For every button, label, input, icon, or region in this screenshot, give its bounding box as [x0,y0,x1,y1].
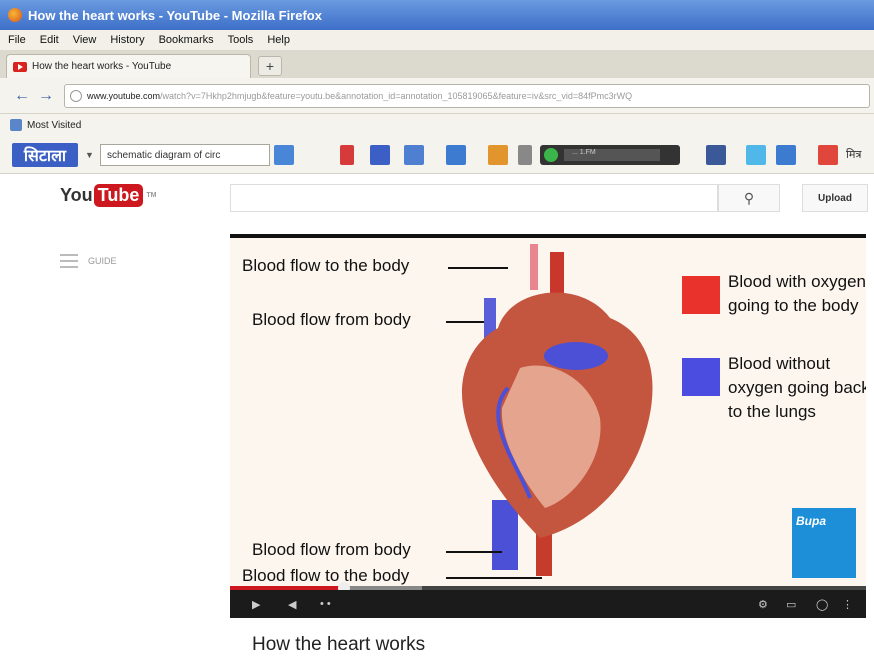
radio-player[interactable]: ... 1.FM [540,145,680,165]
play-icon[interactable] [544,148,558,162]
youtube-favicon-icon [13,61,27,72]
tab-strip: How the heart works - YouTube + [0,50,874,78]
mail-icon[interactable] [818,145,838,165]
video-controls: ▶ ◀ • • ⚙ ▭ ◯ ⋮ [230,590,866,618]
menu-history[interactable]: History [110,34,144,46]
globe-icon [70,90,82,102]
label-flow-to-body-top: Blood flow to the body [242,256,410,275]
addon-hindi-label[interactable]: मित्र [846,147,862,162]
legend-text-oxygenated: Blood with oxygen going to the body [728,272,866,315]
addon-toolbar: सिटाला ▼ schematic diagram of circ ... 1… [0,136,874,174]
title-bar: How the heart works - YouTube - Mozilla … [0,0,874,30]
guide-button[interactable]: GUIDE [60,254,117,268]
theater-mode-icon[interactable]: ▭ [786,598,796,611]
menu-file[interactable]: File [8,34,26,46]
chevron-down-icon[interactable]: ▼ [85,150,94,160]
artery-vessel [530,244,538,290]
menu-bookmarks[interactable]: Bookmarks [159,34,214,46]
legend-swatch-oxygenated [682,276,720,314]
label-flow-to-body-bottom: Blood flow to the body [242,566,410,585]
new-tab-button[interactable]: + [258,56,282,76]
youtube-search-input[interactable] [230,184,718,212]
download-icon[interactable] [488,145,508,165]
bookmark-most-visited[interactable]: Most Visited [27,120,81,131]
browser-window: How the heart works - YouTube - Mozilla … [0,0,874,657]
firefox-icon [8,8,22,22]
label-flow-from-body-bottom: Blood flow from body [252,540,411,559]
video-title: How the heart works [252,634,426,655]
leader-line [448,267,508,269]
bupa-logo: Bupa [792,508,856,578]
menu-edit[interactable]: Edit [40,34,59,46]
search-icon[interactable]: ⚲ [718,184,780,212]
fullscreen-icon[interactable]: ⋮ [842,598,853,611]
radio-station-field[interactable]: ... 1.FM [564,149,660,161]
wrench-icon[interactable] [404,145,424,165]
play-icon[interactable]: ▶ [252,598,260,611]
forward-arrow-icon[interactable]: → [36,86,56,106]
url-domain: www.youtube.com [87,91,161,101]
menu-view[interactable]: View [73,34,97,46]
time-display-icon: • • [320,598,331,610]
video-player[interactable]: Blood flow to the body Blood flow from b… [230,234,866,618]
menu-help[interactable]: Help [267,34,290,46]
hamburger-icon [60,254,78,268]
volume-icon[interactable]: ◀ [288,598,296,611]
bookmarks-bar: Most Visited [0,114,874,136]
user-icon[interactable] [274,145,294,165]
url-path: /watch?v=7Hkhp2hmjugb&feature=youtu.be&a… [160,91,633,101]
chat-icon[interactable] [776,145,796,165]
youtube-logo[interactable]: You Tube TM [60,184,156,207]
twitter-icon[interactable] [746,145,766,165]
logo-tube: Tube [93,184,144,207]
leader-line [446,551,502,553]
popout-icon[interactable]: ◯ [816,598,828,611]
legend-text-deoxygenated: Blood without oxygen going back to the l… [728,354,866,421]
window-title: How the heart works - YouTube - Mozilla … [28,7,322,23]
upload-button[interactable]: Upload [802,184,868,212]
pulmonary-vein [544,342,608,370]
leader-line [446,577,542,579]
addon-search-input[interactable]: schematic diagram of circ [100,144,270,166]
addon-brand-button[interactable]: सिटाला [12,143,78,167]
calendar-icon[interactable] [446,145,466,165]
menu-tools[interactable]: Tools [228,34,254,46]
navigation-bar: ← → www.youtube.com /watch?v=7Hkhp2hmjug… [0,78,874,114]
bookmark-folder-icon [10,119,22,131]
label-flow-from-body-top: Blood flow from body [252,310,411,329]
tab-label: How the heart works - YouTube [32,61,172,72]
radio-icon[interactable] [518,145,532,165]
settings-gear-icon[interactable]: ⚙ [758,598,768,611]
menu-bar: File Edit View History Bookmarks Tools H… [0,30,874,50]
leader-line [446,321,484,323]
inferior-vena-cava [492,500,518,570]
logo-you: You [60,185,93,205]
facebook-icon[interactable] [706,145,726,165]
logo-tm: TM [146,192,157,199]
back-arrow-icon[interactable]: ← [12,86,32,106]
hindi-ka-icon[interactable] [370,145,390,165]
bupa-logo-text: Bupa [796,514,826,528]
youtube-header: You Tube TM ⚲ Upload [0,174,874,220]
url-bar[interactable]: www.youtube.com /watch?v=7Hkhp2hmjugb&fe… [64,84,870,108]
tab-youtube[interactable]: How the heart works - YouTube [6,54,251,78]
guide-label: GUIDE [88,256,117,266]
bookmark-d-icon[interactable] [340,145,354,165]
legend-swatch-deoxygenated [682,358,720,396]
